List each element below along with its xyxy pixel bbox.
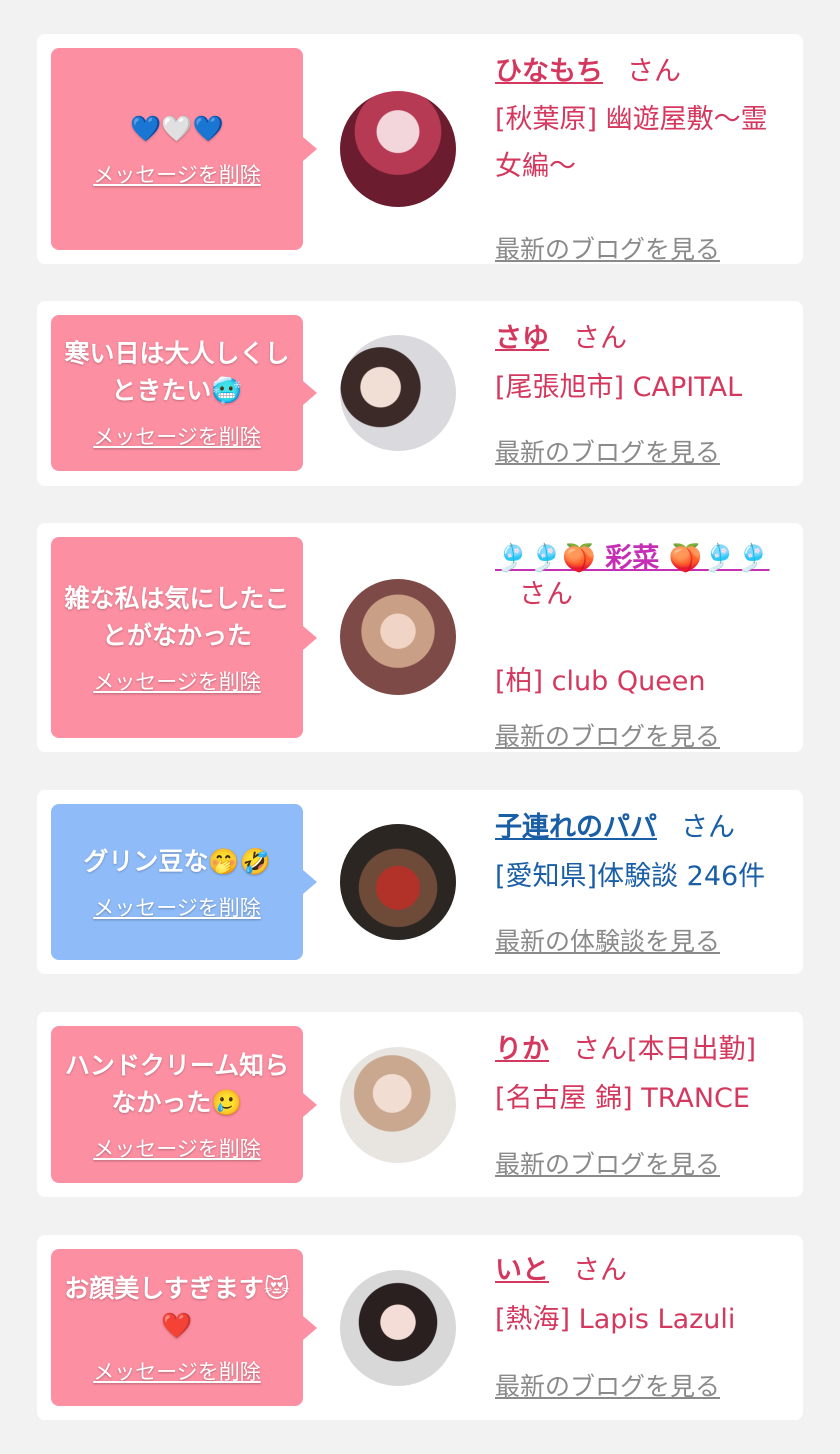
message-bubble: 雑な私は気にしたことがなかった メッセージを削除	[51, 537, 317, 738]
message-bubble: 寒い日は大人しくしときたい🥶 メッセージを削除	[51, 315, 317, 471]
shop-name: [熱海] Lapis Lazuli	[495, 1304, 736, 1335]
honorific: さん	[681, 812, 735, 843]
user-info: りか さん[本日出勤] [名古屋 錦] TRANCE 最新のブログを見る	[495, 1032, 795, 1182]
message-bubble: グリン豆な🤭🤣 メッセージを削除	[51, 804, 317, 960]
user-name-link[interactable]: いと	[495, 1255, 549, 1286]
user-info: さゆ さん [尾張旭市] CAPITAL 最新のブログを見る	[495, 321, 795, 471]
message-text: 寒い日は大人しくしときたい🥶	[64, 339, 290, 405]
user-name-link[interactable]: ひなもち	[495, 56, 603, 87]
latest-experience-link[interactable]: 最新の体験談を見る	[495, 922, 720, 958]
delete-message-link[interactable]: メッセージを削除	[93, 666, 261, 696]
message-bubble: 💙🤍💙 メッセージを削除	[51, 48, 317, 250]
message-bubble: お顔美しすぎます😻❤️ メッセージを削除	[51, 1249, 317, 1406]
message-card: 寒い日は大人しくしときたい🥶 メッセージを削除 さゆ さん [尾張旭市] CAPI…	[37, 301, 803, 486]
shop-name: [愛知県]体験談 246件	[495, 861, 766, 892]
avatar[interactable]	[340, 579, 456, 695]
message-card: 💙🤍💙 メッセージを削除 ひなもち さん [秋葉原] 幽遊屋敷～霊女編～ 最新のブ…	[37, 34, 803, 264]
message-card: お顔美しすぎます😻❤️ メッセージを削除 いと さん [熱海] Lapis Laz…	[37, 1235, 803, 1420]
shop-name: [尾張旭市] CAPITAL	[495, 372, 743, 403]
shop-name: [名古屋 錦] TRANCE	[495, 1083, 750, 1114]
user-info: ひなもち さん [秋葉原] 幽遊屋敷～霊女編～ 最新のブログを見る	[495, 54, 795, 264]
avatar[interactable]	[340, 335, 456, 451]
user-info: 子連れのパパ さん [愛知県]体験談 246件 最新の体験談を見る	[495, 810, 795, 960]
delete-message-link[interactable]: メッセージを削除	[93, 159, 261, 189]
user-name-link[interactable]: さゆ	[495, 323, 549, 354]
shop-name: [柏] club Queen	[495, 666, 706, 697]
delete-message-link[interactable]: メッセージを削除	[93, 892, 261, 922]
shop-name: [秋葉原] 幽遊屋敷～霊女編～	[495, 104, 768, 182]
latest-blog-link[interactable]: 最新のブログを見る	[495, 717, 720, 753]
message-text: 💙🤍💙	[130, 113, 224, 143]
avatar[interactable]	[340, 1270, 456, 1386]
user-name-link[interactable]: 子連れのパパ	[495, 812, 657, 843]
user-name-link[interactable]: りか	[495, 1034, 549, 1065]
honorific: さん	[519, 579, 573, 610]
message-text: ハンドクリーム知らなかった🥲	[64, 1050, 290, 1117]
avatar[interactable]	[340, 91, 456, 207]
honorific: さん	[573, 323, 627, 354]
message-card: 雑な私は気にしたことがなかった メッセージを削除 🎐🎐🍑 彩菜 🍑🎐🎐 さん [柏…	[37, 523, 803, 752]
latest-blog-link[interactable]: 最新のブログを見る	[495, 1145, 720, 1181]
message-text: お顔美しすぎます😻❤️	[64, 1273, 290, 1340]
user-info: いと さん [熱海] Lapis Lazuli 最新のブログを見る	[495, 1253, 795, 1403]
honorific: さん	[573, 1255, 627, 1286]
honorific: さん	[627, 56, 681, 87]
delete-message-link[interactable]: メッセージを削除	[93, 1133, 261, 1163]
latest-blog-link[interactable]: 最新のブログを見る	[495, 433, 720, 469]
user-name-link[interactable]: 🎐🎐🍑 彩菜 🍑🎐🎐	[495, 543, 770, 574]
avatar[interactable]	[340, 824, 456, 940]
latest-blog-link[interactable]: 最新のブログを見る	[495, 230, 720, 266]
message-text: 雑な私は気にしたことがなかった	[64, 583, 290, 650]
message-card: グリン豆な🤭🤣 メッセージを削除 子連れのパパ さん [愛知県]体験談 246件 …	[37, 790, 803, 974]
delete-message-link[interactable]: メッセージを削除	[93, 1356, 261, 1386]
message-text: グリン豆な🤭🤣	[83, 846, 271, 876]
user-info: 🎐🎐🍑 彩菜 🍑🎐🎐 さん [柏] club Queen 最新のブログを見る	[495, 541, 795, 751]
message-bubble: ハンドクリーム知らなかった🥲 メッセージを削除	[51, 1026, 317, 1183]
latest-blog-link[interactable]: 最新のブログを見る	[495, 1367, 720, 1403]
message-card: ハンドクリーム知らなかった🥲 メッセージを削除 りか さん[本日出勤] [名古屋 …	[37, 1012, 803, 1197]
delete-message-link[interactable]: メッセージを削除	[93, 421, 261, 451]
avatar[interactable]	[340, 1047, 456, 1163]
honorific: さん[本日出勤]	[573, 1034, 757, 1065]
